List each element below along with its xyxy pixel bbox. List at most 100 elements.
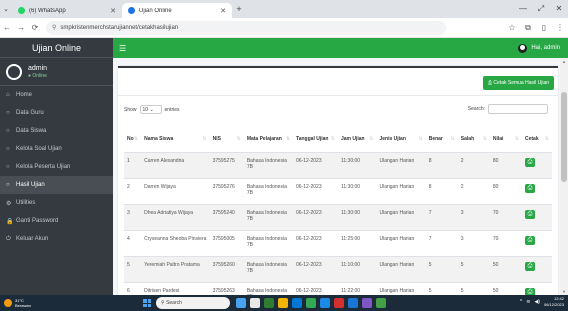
browser-tab-bar: ⌄ (6) WhatsApp ✕ Ujian Online ✕ + — ⤢ ✕ bbox=[0, 0, 568, 18]
app-brand[interactable]: Ujian Online bbox=[0, 38, 113, 58]
table-cell: 2 bbox=[457, 178, 490, 205]
tab-search-icon[interactable]: ⌄ bbox=[0, 0, 12, 18]
column-header-no[interactable]: No ⇅ bbox=[124, 126, 142, 153]
table-cell: 37595005 bbox=[209, 230, 244, 257]
sidebar-item-kelola-peserta[interactable]: ○ Kelola Peserta Ujian bbox=[0, 158, 113, 176]
column-header-nis[interactable]: NIS ⇅ bbox=[209, 126, 244, 153]
close-tab-icon[interactable]: ✕ bbox=[220, 7, 226, 15]
page-scrollbar[interactable]: ▲ ▼ bbox=[560, 58, 568, 295]
sidebar-item-home[interactable]: ⌂ Home bbox=[0, 86, 113, 104]
bookmark-star-icon[interactable]: ☆ bbox=[504, 23, 520, 33]
column-header-jam[interactable]: Jam Ujian ⇅ bbox=[337, 126, 377, 153]
back-button[interactable]: ← bbox=[0, 23, 14, 32]
sidebar-item-hasil-ujian[interactable]: ○ Hasil Ujian bbox=[0, 176, 113, 194]
sidebar-user-name[interactable]: admin bbox=[28, 65, 47, 72]
divider bbox=[118, 95, 558, 96]
column-header-benar[interactable]: Benar ⇅ bbox=[425, 126, 458, 153]
sidebar: admin ● Online ⌂ Home ○ Data Guru ○ Data… bbox=[0, 58, 113, 295]
user-menu[interactable]: Hai, admin bbox=[518, 43, 560, 53]
print-icon[interactable]: ⎙ bbox=[524, 157, 535, 167]
weather-desc: Berawan bbox=[15, 303, 31, 308]
browser-menu-icon[interactable]: ⋮ bbox=[552, 23, 568, 33]
extensions-icon[interactable]: ⧉ bbox=[520, 23, 536, 33]
taskbar-app-icon[interactable] bbox=[376, 298, 386, 308]
url-field[interactable]: ⚲ smpkristenmerchstarujiannet/cetakhasil… bbox=[46, 20, 446, 35]
scroll-down-icon[interactable]: ▼ bbox=[560, 289, 568, 294]
search-input[interactable] bbox=[488, 104, 548, 114]
print-icon[interactable]: ⎙ bbox=[524, 261, 535, 271]
taskbar-app-icon[interactable] bbox=[236, 298, 246, 308]
user-avatar-icon bbox=[518, 43, 528, 53]
sidebar-item-keluar-akun[interactable]: ⏻ Keluar Akun bbox=[0, 230, 113, 248]
taskbar-app-icon[interactable] bbox=[320, 298, 330, 308]
taskbar-app-icon[interactable] bbox=[292, 298, 302, 308]
taskbar-clock[interactable]: 12:42 06/12/2023 bbox=[544, 296, 564, 308]
wifi-icon[interactable]: ≋ bbox=[526, 299, 530, 305]
site-info-icon[interactable]: ⚲ bbox=[52, 24, 56, 31]
close-tab-icon[interactable]: ✕ bbox=[110, 7, 116, 15]
close-window-button[interactable]: ✕ bbox=[550, 0, 568, 18]
weather-widget[interactable]: 31°C Berawan bbox=[4, 298, 31, 308]
sidebar-item-kelola-soal[interactable]: ○ Kelola Soal Ujian bbox=[0, 140, 113, 158]
column-header-cetak[interactable]: Cetak ⇅ bbox=[521, 126, 552, 153]
table-cell: Ulangan Harian bbox=[376, 204, 426, 231]
window-controls: — ⤢ ✕ bbox=[514, 0, 568, 18]
browser-toolbar: ☆ ⧉ ▯ ⋮ bbox=[504, 23, 568, 33]
reload-button[interactable]: ⟳ bbox=[28, 23, 42, 32]
taskbar-app-icon[interactable] bbox=[278, 298, 288, 308]
table-cell: ⎙ bbox=[521, 178, 552, 205]
table-row: 2 Darren Wijaya 37595276 Bahasa Indonesia 7… bbox=[124, 178, 552, 205]
table-cell: Bahasa Indonesia 7B bbox=[243, 230, 294, 257]
table-cell: Bahasa Indonesia 7B bbox=[243, 152, 294, 179]
column-header-tanggal[interactable]: Tanggal Ujian ⇅ bbox=[293, 126, 338, 153]
table-cell: 3 bbox=[457, 204, 490, 231]
clock-date: 06/12/2023 bbox=[543, 302, 564, 307]
sidebar-item-data-siswa[interactable]: ○ Data Siswa bbox=[0, 122, 113, 140]
sidebar-item-ganti-password[interactable]: 🔒 Ganti Password bbox=[0, 212, 113, 230]
sidebar-item-data-guru[interactable]: ○ Data Guru bbox=[0, 104, 113, 122]
tab-whatsapp[interactable]: (6) WhatsApp ✕ bbox=[12, 3, 122, 18]
scrollbar-thumb[interactable] bbox=[561, 92, 567, 182]
taskbar-search[interactable]: ⚲ Search bbox=[156, 297, 230, 309]
table-cell: 11:30:00 bbox=[337, 204, 377, 231]
table-cell: Carren Alexandria bbox=[141, 152, 210, 179]
print-icon[interactable]: ⎙ bbox=[524, 209, 535, 219]
tab-ujian-online[interactable]: Ujian Online ✕ bbox=[122, 3, 232, 18]
maximize-button[interactable]: ⤢ bbox=[532, 0, 550, 18]
minimize-button[interactable]: — bbox=[514, 0, 532, 18]
table-cell: ⎙ bbox=[521, 256, 552, 283]
column-header-nama[interactable]: Nama Siswa ⇅ bbox=[141, 126, 210, 153]
taskbar-app-icon[interactable] bbox=[264, 298, 274, 308]
sidebar-item-utilities[interactable]: ⚙ Utilities bbox=[0, 194, 113, 212]
chevron-up-icon[interactable]: ^ bbox=[520, 299, 522, 305]
forward-button[interactable]: → bbox=[14, 23, 28, 32]
print-all-results-button[interactable]: ⎙ Cetak Semua Hasil Ujian bbox=[483, 76, 554, 90]
column-header-mapel[interactable]: Mata Pelajaran ⇅ bbox=[243, 126, 294, 153]
table-cell: 11:30:00 bbox=[337, 178, 377, 205]
menu-toggle-icon[interactable]: ☰ bbox=[119, 44, 126, 53]
sidebar-item-label: Kelola Peserta Ujian bbox=[16, 164, 71, 170]
circle-icon: ○ bbox=[6, 146, 10, 152]
entries-select[interactable]: 10 ⌄ bbox=[139, 105, 162, 114]
taskbar-app-icon[interactable] bbox=[348, 298, 358, 308]
print-icon[interactable]: ⎙ bbox=[524, 235, 535, 245]
table-cell: 3 bbox=[457, 230, 490, 257]
print-icon[interactable]: ⎙ bbox=[524, 183, 535, 193]
whatsapp-favicon-icon bbox=[18, 7, 25, 14]
taskbar-app-icon[interactable] bbox=[250, 298, 260, 308]
column-header-salah[interactable]: Salah ⇅ bbox=[457, 126, 490, 153]
new-tab-button[interactable]: + bbox=[232, 4, 246, 14]
table-cell: 50 bbox=[489, 256, 522, 283]
column-header-jenis[interactable]: Jenis Ujian ⇅ bbox=[376, 126, 426, 153]
start-button[interactable] bbox=[143, 299, 151, 307]
taskbar-app-icon[interactable] bbox=[362, 298, 372, 308]
taskbar-app-icon[interactable] bbox=[306, 298, 316, 308]
taskbar-app-icon[interactable] bbox=[334, 298, 344, 308]
column-header-nilai[interactable]: Nilai ⇅ bbox=[489, 126, 522, 153]
sidepanel-icon[interactable]: ▯ bbox=[536, 23, 552, 33]
scroll-up-icon[interactable]: ▲ bbox=[560, 59, 568, 64]
table-cell: 06-12-2023 bbox=[293, 178, 338, 205]
table-header-row: No ⇅ Nama Siswa ⇅ NIS ⇅ Mata Pelajaran ⇅… bbox=[124, 126, 552, 153]
volume-icon[interactable]: ◀) bbox=[534, 299, 540, 305]
main-content: ⎙ Cetak Semua Hasil Ujian Show 10 ⌄ entr… bbox=[113, 58, 560, 298]
